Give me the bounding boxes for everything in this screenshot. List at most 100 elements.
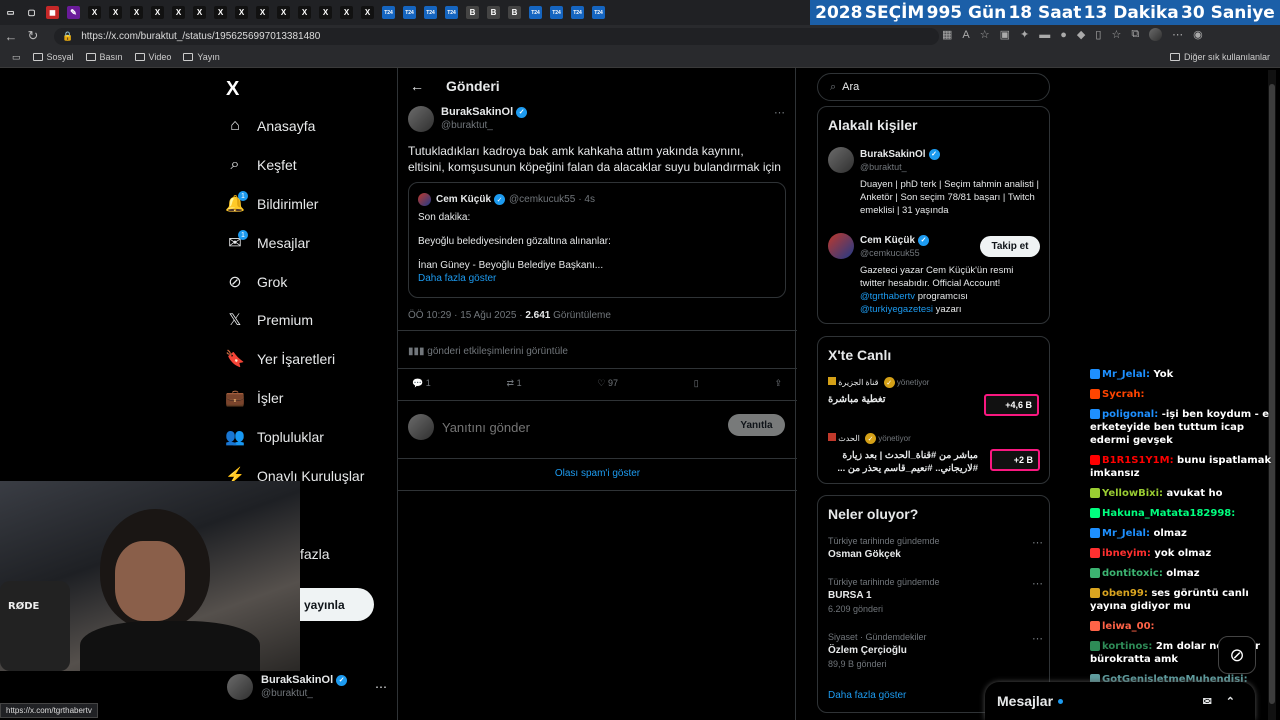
reply-submit-button[interactable]: Yanıtla xyxy=(728,414,785,436)
like-button[interactable]: ♡ 97 xyxy=(597,378,618,389)
grok-button[interactable]: ⊘ xyxy=(1218,636,1256,674)
reload-icon[interactable]: ↻ xyxy=(22,28,44,44)
browser-tab[interactable]: X xyxy=(105,0,126,25)
split-screen-icon[interactable]: ▯ xyxy=(1095,28,1101,41)
nav-item-premium[interactable]: 𝕏 Premium xyxy=(226,311,313,329)
show-spam-link[interactable]: Olası spam'i göster xyxy=(398,468,797,479)
nav-item-grok[interactable]: ⊘ Grok xyxy=(226,273,287,291)
reply-input[interactable] xyxy=(442,418,712,436)
live-listeners-badge[interactable]: +2 B xyxy=(990,449,1040,471)
trend-item[interactable]: Türkiye tarihinde gündemde BURSA 1 6.209… xyxy=(828,577,1043,614)
avatar[interactable] xyxy=(828,233,854,259)
extension-icon[interactable]: ◆ xyxy=(1077,28,1085,41)
browser-tab[interactable]: T24 xyxy=(546,0,567,25)
new-message-icon[interactable]: ✉ xyxy=(1203,695,1212,708)
messages-drawer[interactable]: Mesajlar ✉ ⌃ xyxy=(985,682,1255,720)
browser-tab[interactable]: T24 xyxy=(441,0,462,25)
avatar[interactable] xyxy=(408,106,434,132)
trend-more-icon[interactable]: ⋯ xyxy=(1032,536,1043,549)
win-icon[interactable]: ▭ xyxy=(0,0,21,25)
back-arrow-icon[interactable]: ← xyxy=(410,78,424,94)
nav-item-bildirimler[interactable]: 🔔 1 Bildirimler xyxy=(225,191,318,213)
tab-icon[interactable]: ▢ xyxy=(21,0,42,25)
avatar[interactable] xyxy=(828,147,854,173)
menu-dots-icon[interactable]: ⋯ xyxy=(1172,28,1183,41)
post-button[interactable]: yayınla xyxy=(296,588,374,621)
live-title[interactable]: مباشر من #قناة_الحدث | بعد زيارة #لاريجا… xyxy=(828,449,978,476)
bookmark-folder-sosyal[interactable]: Sosyal xyxy=(32,52,74,62)
extension-icon[interactable]: ▬ xyxy=(1039,29,1050,41)
post-author-handle[interactable]: @buraktut_ xyxy=(441,119,527,132)
browser-tab[interactable]: X xyxy=(357,0,378,25)
extension-icon[interactable]: ✦ xyxy=(1020,28,1029,41)
browser-tab[interactable]: X xyxy=(231,0,252,25)
search-input[interactable]: ⌕ Ara xyxy=(817,73,1050,101)
extension-icon[interactable]: ▣ xyxy=(1000,28,1010,41)
extension-icon[interactable]: ● xyxy=(1060,29,1067,41)
browser-tab[interactable]: T24 xyxy=(588,0,609,25)
browser-tab[interactable]: X xyxy=(294,0,315,25)
nav-more-label[interactable]: fazla xyxy=(300,546,330,562)
bookmark-folder-yayin[interactable]: Yayın xyxy=(183,52,220,62)
quote-show-more-link[interactable]: Daha fazla göster xyxy=(418,273,776,284)
nav-item-i-şler[interactable]: 💼 İşler xyxy=(225,389,283,407)
view-engagements-link[interactable]: ▮▮▮ gönderi etkileşimlerini görüntüle xyxy=(408,346,568,357)
favorite-star-icon[interactable]: ☆ xyxy=(980,28,990,41)
browser-tab[interactable]: T24 xyxy=(378,0,399,25)
mention-link[interactable]: @tgrthabertv xyxy=(860,291,915,302)
nav-item-mesajlar[interactable]: ✉ 1 Mesajlar xyxy=(226,230,310,252)
tab-icon[interactable]: ◼ xyxy=(42,0,63,25)
post-timestamp[interactable]: ÖÖ 10:29 · 15 Ağu 2025 · xyxy=(408,310,525,321)
browser-tab[interactable]: X xyxy=(189,0,210,25)
person-name[interactable]: Cem Küçük xyxy=(860,235,915,246)
browser-tab[interactable]: T24 xyxy=(567,0,588,25)
trend-more-icon[interactable]: ⋯ xyxy=(1032,632,1043,645)
browser-tab[interactable]: B xyxy=(504,0,525,25)
browser-tab[interactable]: X xyxy=(336,0,357,25)
post-author-name[interactable]: BurakSakinOl xyxy=(441,106,513,118)
post-more-icon[interactable]: ⋯ xyxy=(774,106,785,119)
reply-button[interactable]: 💬 1 xyxy=(412,378,431,389)
favorites-icon[interactable]: ☆ xyxy=(1111,28,1121,41)
browser-tab[interactable]: X xyxy=(147,0,168,25)
browser-tab[interactable]: B xyxy=(462,0,483,25)
browser-tab[interactable]: X xyxy=(84,0,105,25)
bookmark-button[interactable]: ▯ xyxy=(694,378,699,389)
other-favorites[interactable]: Diğer sık kullanılanlar xyxy=(1169,52,1270,62)
copilot-icon[interactable]: ◉ xyxy=(1193,28,1203,41)
read-aloud-icon[interactable]: A xyxy=(962,29,969,41)
tab-icon[interactable]: ✎ xyxy=(63,0,84,25)
url-field[interactable]: 🔒 https://x.com/buraktut_/status/1956256… xyxy=(54,28,939,45)
app-icon[interactable]: ▦ xyxy=(942,28,952,41)
x-logo-icon[interactable]: X xyxy=(226,78,239,101)
share-button[interactable]: ⇪ xyxy=(774,378,782,389)
nav-item-keşfet[interactable]: ⌕ Keşfet xyxy=(226,156,297,174)
live-listeners-badge[interactable]: +4,6 B xyxy=(984,394,1039,416)
bookmark-import-icon[interactable]: ▭ xyxy=(12,52,21,63)
mention-link[interactable]: @turkiyegazetesi xyxy=(860,304,933,315)
browser-tab[interactable]: X xyxy=(168,0,189,25)
browser-tab[interactable]: X xyxy=(252,0,273,25)
live-title[interactable]: تغطية مباشرة xyxy=(828,394,886,405)
follow-button[interactable]: Takip et xyxy=(980,236,1040,257)
browser-tab[interactable]: B xyxy=(483,0,504,25)
browser-tab[interactable]: X xyxy=(126,0,147,25)
trend-item[interactable]: Türkiye tarihinde gündemde Osman Gökçek … xyxy=(828,536,1043,560)
bookmark-folder-video[interactable]: Video xyxy=(134,52,171,62)
expand-chevron-icon[interactable]: ⌃ xyxy=(1226,695,1235,708)
browser-tab[interactable]: X xyxy=(210,0,231,25)
more-dots-icon[interactable]: ⋯ xyxy=(375,680,387,694)
profile-avatar[interactable] xyxy=(1149,28,1163,41)
quoted-post[interactable]: Cem Küçük ✓ @cemkucuk55 · 4s Son dakika:… xyxy=(408,182,786,298)
trends-show-more-link[interactable]: Daha fazla göster xyxy=(828,690,906,701)
browser-tab[interactable]: X xyxy=(273,0,294,25)
account-switcher[interactable]: BurakSakinOl ✓ @buraktut_ ⋯ xyxy=(227,672,387,702)
trend-more-icon[interactable]: ⋯ xyxy=(1032,577,1043,590)
nav-item-topluluklar[interactable]: 👥 Topluluklar xyxy=(225,428,324,446)
browser-tab[interactable]: T24 xyxy=(399,0,420,25)
nav-item-yer-i-şaretleri[interactable]: 🔖 Yer İşaretleri xyxy=(225,350,335,368)
browser-tab[interactable]: T24 xyxy=(420,0,441,25)
bookmark-folder-basin[interactable]: Basın xyxy=(85,52,123,62)
repost-button[interactable]: ⇄ 1 xyxy=(507,378,522,389)
collections-icon[interactable]: ⧉ xyxy=(1131,28,1139,41)
